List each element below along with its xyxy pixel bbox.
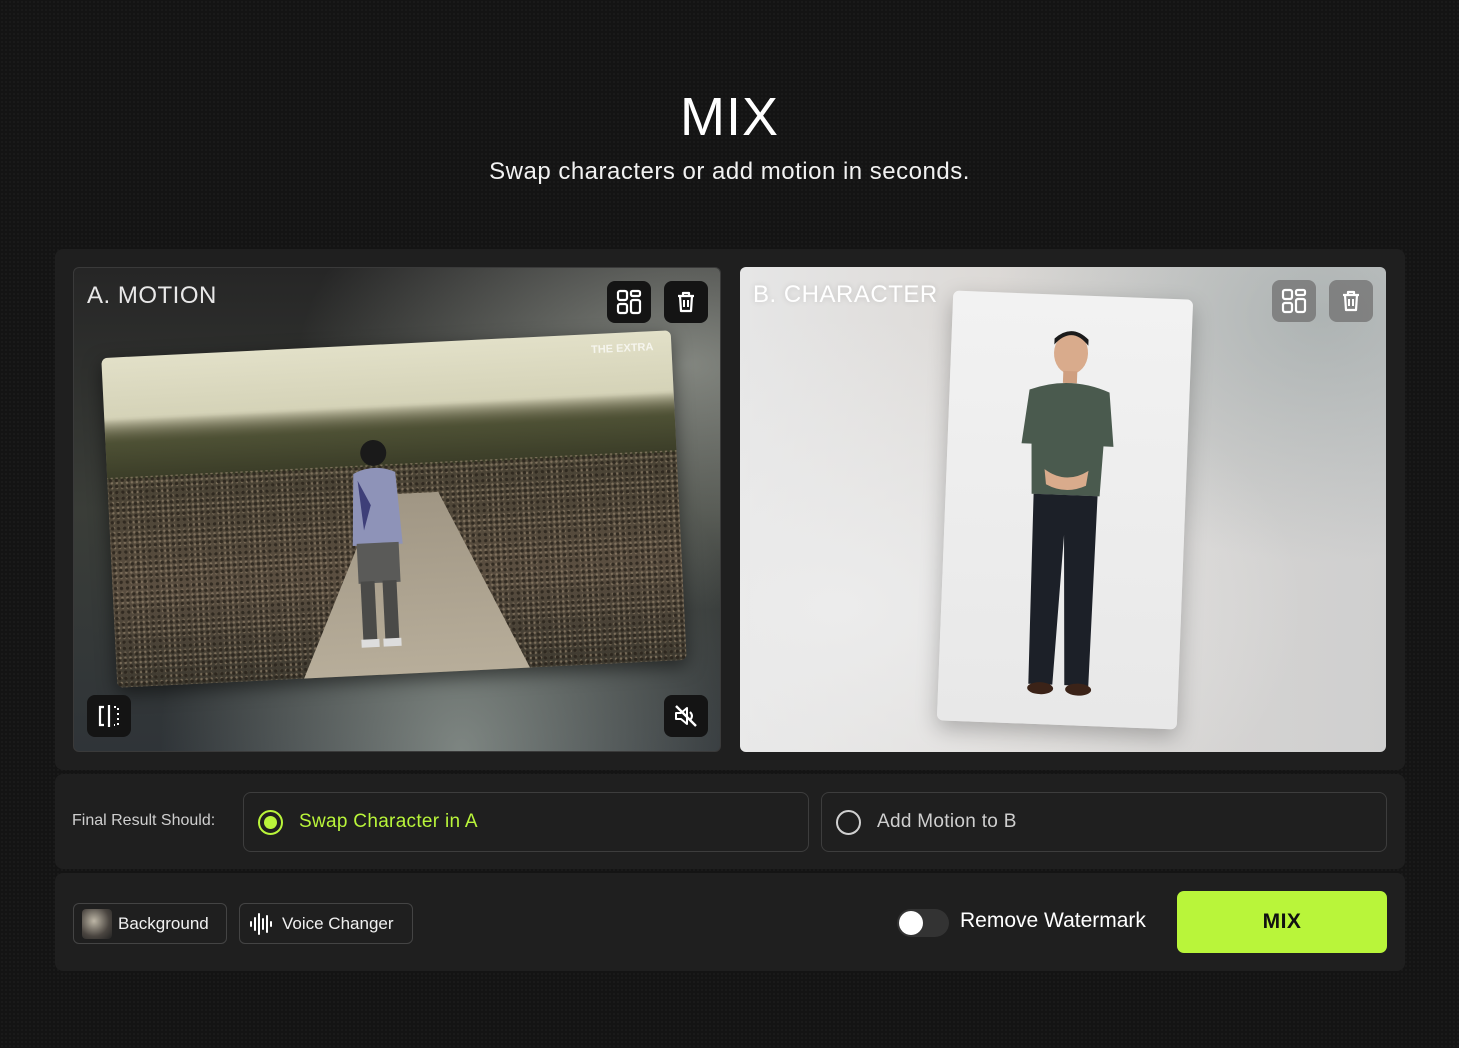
character-card[interactable]: B. CHARACTER (740, 267, 1386, 752)
mute-icon (675, 705, 697, 727)
delete-button[interactable] (664, 281, 708, 323)
page-subtitle: Swap characters or add motion in seconds… (489, 158, 970, 185)
action-bar: Background Voice Changer Remove Watermar… (55, 873, 1405, 971)
character-figure (1021, 331, 1114, 696)
waveform-icon (248, 911, 274, 937)
compare-button[interactable] (87, 695, 131, 737)
toggle-knob (899, 911, 923, 935)
radio-checked-icon[interactable] (258, 809, 283, 835)
page-title: MIX (679, 87, 779, 147)
mute-button[interactable] (664, 695, 708, 737)
voice-changer-label: Voice Changer (282, 913, 394, 933)
trash-icon (678, 291, 694, 313)
layout-button[interactable] (607, 281, 651, 323)
background-button[interactable]: Background (73, 903, 227, 944)
character-image-thumbnail[interactable] (936, 290, 1194, 730)
mix-button[interactable]: MIX (1177, 891, 1387, 953)
remove-watermark-label: Remove Watermark (960, 909, 1146, 932)
options-label: Final Result Should: (72, 812, 216, 829)
layout-icon (1281, 288, 1307, 314)
option-swap-character[interactable]: Swap Character in A (243, 792, 809, 852)
media-panel: THE EXTRA A. MOTION B. CHARACTER (55, 249, 1405, 770)
remove-watermark-toggle[interactable] (897, 909, 949, 937)
option-label: Swap Character in A (299, 811, 478, 832)
delete-button[interactable] (1329, 280, 1373, 322)
character-card-label: B. CHARACTER (753, 281, 938, 308)
motion-video-thumbnail[interactable]: THE EXTRA (101, 330, 687, 688)
motion-card[interactable]: THE EXTRA A. MOTION (73, 267, 721, 752)
trash-icon (1343, 290, 1359, 312)
background-label: Background (118, 913, 209, 933)
layout-button[interactable] (1272, 280, 1316, 322)
layout-icon (616, 289, 642, 315)
motion-card-label: A. MOTION (87, 282, 217, 309)
option-label: Add Motion to B (877, 811, 1017, 832)
result-options-panel: Final Result Should: Swap Character in A… (55, 774, 1405, 869)
performer-figure (352, 439, 403, 648)
compare-icon (98, 705, 119, 727)
background-thumbnail (82, 908, 112, 939)
video-watermark: THE EXTRA (590, 341, 654, 357)
option-add-motion[interactable]: Add Motion to B (821, 792, 1387, 852)
voice-changer-button[interactable]: Voice Changer (239, 903, 413, 944)
radio-unchecked-icon[interactable] (836, 809, 861, 835)
